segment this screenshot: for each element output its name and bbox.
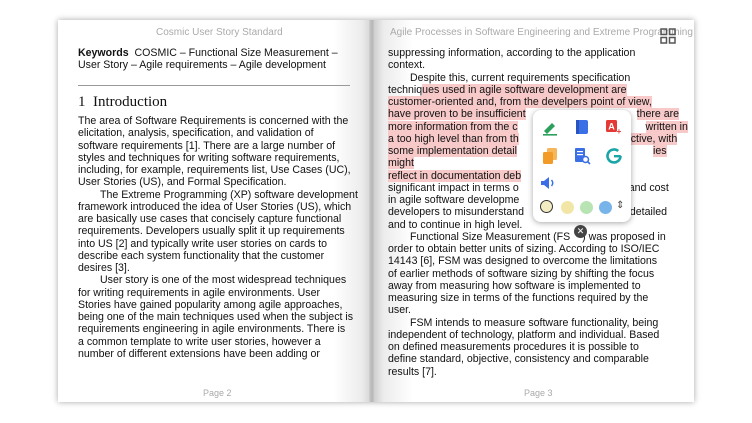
right-running-head: Agile Processes in Software Engineering … <box>390 27 693 38</box>
swatch-color-1[interactable] <box>540 200 553 213</box>
google-icon[interactable] <box>605 147 623 165</box>
notebook-icon[interactable] <box>573 118 591 136</box>
line-fragment: significant impact in terms o <box>388 181 519 194</box>
keywords-line-2: User Story – Agile requirements – Agile … <box>78 59 326 72</box>
right-line: define standard, objective, consistency … <box>388 353 649 366</box>
right-line: on defined measurements procedures it is… <box>388 341 639 353</box>
highlighted-text[interactable]: a too high level than from th <box>388 132 519 145</box>
left-line: software requirements [1]. There are a l… <box>78 139 336 152</box>
left-line: styles and techniques for writing softwa… <box>78 151 340 164</box>
right-line: Functional Size Measurement (FS ) was pro… <box>388 231 688 243</box>
right-line: context. <box>388 59 426 72</box>
left-line: number of different extensions have been… <box>78 347 320 360</box>
section-title: Introduction <box>93 94 168 110</box>
search-doc-icon[interactable] <box>573 147 591 165</box>
right-line: away from measuring how software is impl… <box>388 279 641 292</box>
keywords-divider <box>78 85 350 86</box>
right-line: user. <box>388 304 411 317</box>
left-line: being one of the main techniques used wh… <box>78 311 354 323</box>
left-page: Cosmic User Story Standard Keywords COSM… <box>58 20 371 402</box>
speaker-icon[interactable] <box>539 174 557 192</box>
left-line: desires [3]. <box>78 262 130 274</box>
left-line: User story is one of the most widespread… <box>100 274 347 287</box>
left-line: elicitation, analysis, specification, an… <box>78 127 314 140</box>
left-running-head: Cosmic User Story Standard <box>156 27 283 38</box>
right-line: of earlier methods of software sizing by… <box>388 267 655 280</box>
translate-icon[interactable]: A + <box>605 118 623 136</box>
line-fragment: techniq <box>388 83 423 96</box>
swatch-color-4[interactable] <box>599 201 612 214</box>
right-line: measuring size in terms of the functions… <box>388 292 649 304</box>
highlighter-icon[interactable] <box>541 118 559 136</box>
svg-text:A: A <box>608 122 615 132</box>
highlighted-text[interactable]: there are <box>636 108 680 121</box>
right-page-number: Page 3 <box>524 388 553 398</box>
highlighted-text[interactable]: reflect in documentation deb <box>388 169 522 182</box>
right-line: independent of technology, platform and … <box>388 328 660 341</box>
left-line: including, for example, requirements lis… <box>78 164 351 176</box>
highlighted-text[interactable]: ues used in agile software development a… <box>422 83 627 96</box>
right-line: order to obtain better units of sizing. … <box>388 243 660 255</box>
right-line: results [7]. <box>388 365 437 378</box>
left-line: describe each system functionality that … <box>78 249 325 262</box>
section-number: 1 <box>78 94 86 110</box>
keywords-label: Keywords <box>78 47 129 59</box>
left-line: framework introduced the idea of User St… <box>78 200 352 213</box>
right-line: Despite this, current requirements speci… <box>410 71 631 84</box>
left-line: User Stories (US), and Formal Specificat… <box>78 176 287 189</box>
left-line: a common template to write user stories,… <box>78 335 321 348</box>
left-line: for writing requirements in agile enviro… <box>78 286 320 299</box>
right-line: FSM intends to measure software function… <box>410 316 659 329</box>
left-line: are basically use cases that concisely c… <box>78 213 342 225</box>
left-body-text: The area of Software Requirements is con… <box>78 115 368 360</box>
keywords-block: Keywords COSMIC – Functional Size Measur… <box>78 47 363 72</box>
left-line: The Extreme Programming (XP) software de… <box>100 188 358 201</box>
left-line: requirements engineering in agile enviro… <box>78 323 346 336</box>
line-fragment: ) was proposed in <box>582 230 666 243</box>
left-line: Stories have gained popularity among agi… <box>78 298 343 311</box>
left-line: into US [2] and typically write user sto… <box>78 237 328 250</box>
right-line: suppressing information, according to th… <box>388 47 636 59</box>
more-colors-icon[interactable]: ⇕ <box>616 200 624 211</box>
highlighted-text[interactable]: more information from the c <box>388 120 518 133</box>
grid-view-icon[interactable] <box>660 28 676 44</box>
swatch-color-2[interactable] <box>561 201 574 214</box>
close-popup-button[interactable]: ✕ <box>574 225 587 238</box>
highlighted-text[interactable]: written in <box>645 120 688 133</box>
right-line: 14143 [6], FSM was designed to overcome … <box>388 255 658 268</box>
highlighted-text[interactable]: some implementation detail <box>388 145 517 157</box>
right-line: customer-oriented and, from the develper… <box>388 96 688 108</box>
line-fragment: Functional Size Measurement (FS <box>410 230 571 243</box>
highlighted-text[interactable]: have proven to be insufficien <box>388 108 523 121</box>
highlighted-text[interactable]: pers point of view, <box>567 96 652 108</box>
copy-icon[interactable] <box>541 147 559 165</box>
line-fragment: developers to misunderstand <box>388 206 525 219</box>
left-line: The area of Software Requirements is con… <box>78 115 349 127</box>
keywords-line-1: COSMIC – Functional Size Measurement – <box>134 47 338 59</box>
highlighted-text[interactable]: t <box>522 108 526 121</box>
left-line: requirements. Developers usually split i… <box>78 225 345 238</box>
svg-text:+: + <box>617 127 622 136</box>
section-heading: 1 Introduction <box>78 94 167 111</box>
left-page-number: Page 2 <box>203 388 232 398</box>
highlighted-text[interactable]: ctive, with <box>630 132 678 145</box>
line-fragment: and cost <box>628 181 669 194</box>
right-line: techniques used in agile software develo… <box>388 83 688 96</box>
highlighted-text[interactable]: customer-oriented and, from the devel <box>388 96 568 108</box>
swatch-color-3[interactable] <box>580 201 593 214</box>
